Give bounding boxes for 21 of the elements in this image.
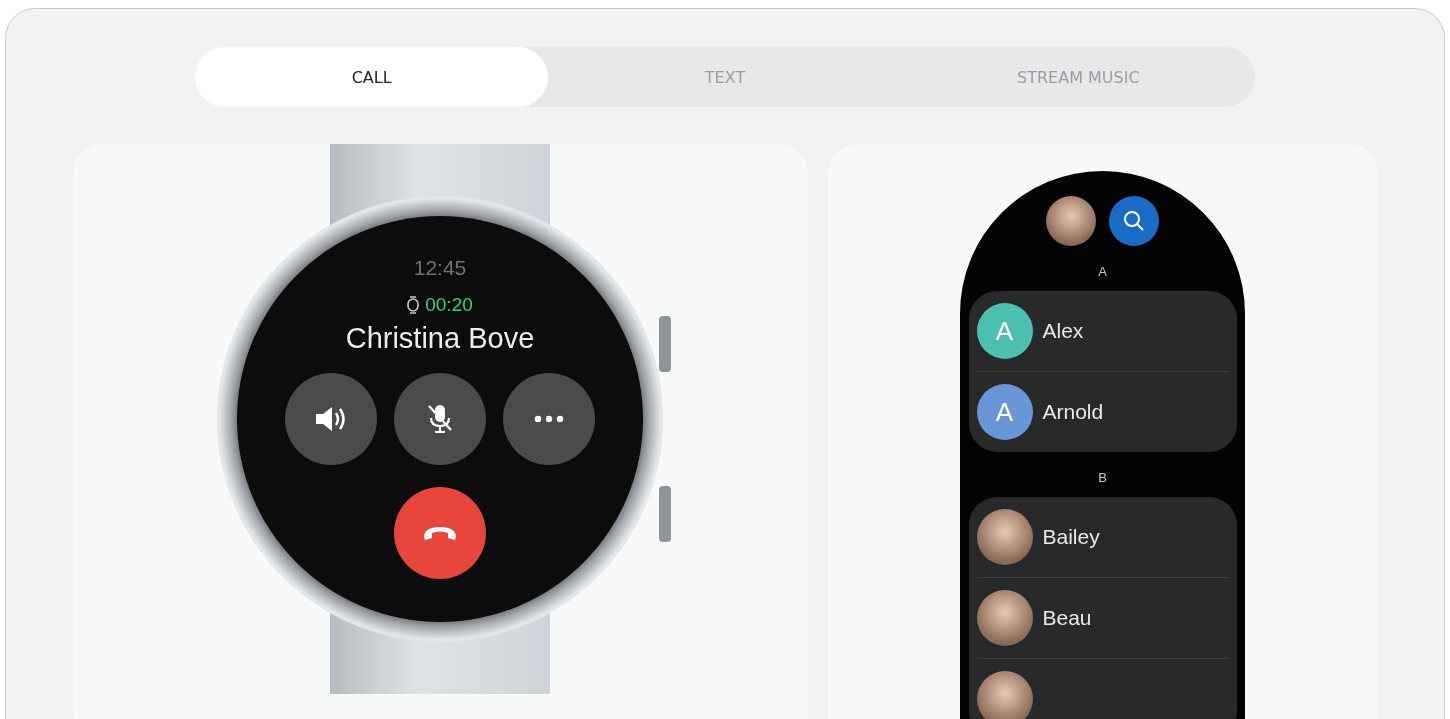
contact-avatar: A — [976, 384, 1033, 440]
muted-microphone-icon — [426, 404, 454, 434]
clock-time: 12:45 — [413, 256, 467, 280]
phone-handset-icon — [422, 525, 458, 541]
contact-name[interactable]: Alex — [1042, 319, 1084, 343]
search-icon — [1123, 210, 1145, 232]
call-duration: 00:20 — [425, 294, 473, 316]
more-dots-icon — [534, 415, 564, 423]
caller-name: Christina Bove — [345, 322, 535, 355]
contact-avatar: A — [976, 303, 1033, 359]
search-button[interactable] — [1109, 196, 1159, 246]
contact-photo-placeholder — [976, 671, 1033, 719]
contact-name[interactable]: Beau — [1042, 606, 1092, 630]
section-letter: A — [1098, 264, 1107, 279]
watch-icon — [407, 296, 420, 314]
contact-name[interactable]: Bailey — [1042, 525, 1100, 549]
section-letter: B — [1098, 470, 1107, 485]
profile-photo-placeholder — [1046, 196, 1096, 246]
tab[interactable]: CALL — [195, 47, 549, 107]
speaker-icon — [314, 405, 348, 433]
contact-name[interactable]: Arnold — [1042, 400, 1104, 424]
